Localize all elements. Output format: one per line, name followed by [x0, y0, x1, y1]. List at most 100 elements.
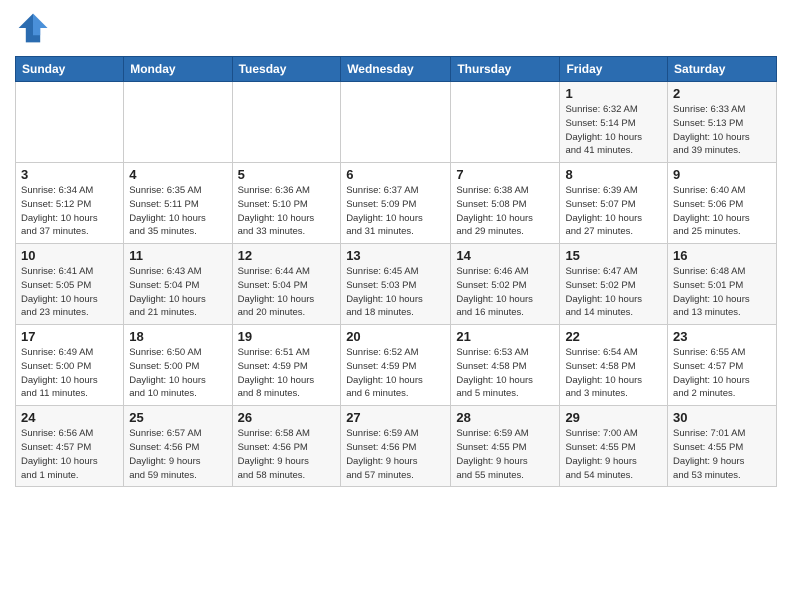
day-number: 10 — [21, 248, 118, 263]
day-number: 24 — [21, 410, 118, 425]
day-info: Sunrise: 6:48 AM Sunset: 5:01 PM Dayligh… — [673, 265, 771, 320]
day-info: Sunrise: 6:41 AM Sunset: 5:05 PM Dayligh… — [21, 265, 118, 320]
day-number: 4 — [129, 167, 226, 182]
calendar-cell: 9Sunrise: 6:40 AM Sunset: 5:06 PM Daylig… — [668, 163, 777, 244]
day-info: Sunrise: 6:43 AM Sunset: 5:04 PM Dayligh… — [129, 265, 226, 320]
calendar-cell: 10 Sunrise: 6:41 AM Sunset: 5:05 PM Dayli… — [16, 244, 124, 325]
day-info: Sunrise: 6:49 AM Sunset: 5:00 PM Dayligh… — [21, 346, 118, 401]
day-number: 6 — [346, 167, 445, 182]
weekday-header-monday: Monday — [124, 57, 232, 82]
calendar-header-row: SundayMondayTuesdayWednesdayThursdayFrid… — [16, 57, 777, 82]
day-number: 15 — [565, 248, 662, 263]
day-number: 2 — [673, 86, 771, 101]
weekday-header-sunday: Sunday — [16, 57, 124, 82]
day-info: Sunrise: 6:54 AM Sunset: 4:58 PM Dayligh… — [565, 346, 662, 401]
day-info: Sunrise: 6:37 AM Sunset: 5:09 PM Dayligh… — [346, 184, 445, 239]
weekday-header-friday: Friday — [560, 57, 668, 82]
calendar-cell — [451, 82, 560, 163]
day-info: Sunrise: 6:33 AM Sunset: 5:13 PM Dayligh… — [673, 103, 771, 158]
calendar-cell: 28 Sunrise: 6:59 AM Sunset: 4:55 PM Dayli… — [451, 406, 560, 487]
day-info: Sunrise: 6:46 AM Sunset: 5:02 PM Dayligh… — [456, 265, 554, 320]
day-number: 23 — [673, 329, 771, 344]
day-info: Sunrise: 6:38 AM Sunset: 5:08 PM Dayligh… — [456, 184, 554, 239]
calendar-cell: 4 Sunrise: 6:35 AM Sunset: 5:11 PM Daylig… — [124, 163, 232, 244]
day-number: 8 — [565, 167, 662, 182]
calendar-cell: 20Sunrise: 6:52 AM Sunset: 4:59 PM Dayli… — [341, 325, 451, 406]
day-info: Sunrise: 6:59 AM Sunset: 4:56 PM Dayligh… — [346, 427, 445, 482]
header — [15, 10, 777, 46]
day-number: 27 — [346, 410, 445, 425]
day-info: Sunrise: 6:51 AM Sunset: 4:59 PM Dayligh… — [238, 346, 336, 401]
day-info: Sunrise: 6:59 AM Sunset: 4:55 PM Dayligh… — [456, 427, 554, 482]
calendar-cell — [232, 82, 341, 163]
day-info: Sunrise: 6:58 AM Sunset: 4:56 PM Dayligh… — [238, 427, 336, 482]
day-number: 12 — [238, 248, 336, 263]
day-info: Sunrise: 6:40 AM Sunset: 5:06 PM Dayligh… — [673, 184, 771, 239]
calendar-cell: 26Sunrise: 6:58 AM Sunset: 4:56 PM Dayli… — [232, 406, 341, 487]
calendar-cell: 15 Sunrise: 6:47 AM Sunset: 5:02 PM Dayli… — [560, 244, 668, 325]
calendar-cell: 19 Sunrise: 6:51 AM Sunset: 4:59 PM Dayli… — [232, 325, 341, 406]
day-number: 21 — [456, 329, 554, 344]
calendar-cell: 29 Sunrise: 7:00 AM Sunset: 4:55 PM Dayli… — [560, 406, 668, 487]
calendar-cell: 12 Sunrise: 6:44 AM Sunset: 5:04 PM Dayli… — [232, 244, 341, 325]
calendar-cell: 27 Sunrise: 6:59 AM Sunset: 4:56 PM Dayli… — [341, 406, 451, 487]
day-number: 7 — [456, 167, 554, 182]
calendar-cell: 8 Sunrise: 6:39 AM Sunset: 5:07 PM Daylig… — [560, 163, 668, 244]
day-info: Sunrise: 6:47 AM Sunset: 5:02 PM Dayligh… — [565, 265, 662, 320]
calendar-week-0: 1 Sunrise: 6:32 AM Sunset: 5:14 PM Daylig… — [16, 82, 777, 163]
calendar-body: 1 Sunrise: 6:32 AM Sunset: 5:14 PM Daylig… — [16, 82, 777, 487]
calendar-cell: 6 Sunrise: 6:37 AM Sunset: 5:09 PM Daylig… — [341, 163, 451, 244]
calendar-cell: 14 Sunrise: 6:46 AM Sunset: 5:02 PM Dayli… — [451, 244, 560, 325]
calendar-cell: 11 Sunrise: 6:43 AM Sunset: 5:04 PM Dayli… — [124, 244, 232, 325]
day-info: Sunrise: 6:44 AM Sunset: 5:04 PM Dayligh… — [238, 265, 336, 320]
weekday-header-wednesday: Wednesday — [341, 57, 451, 82]
weekday-header-saturday: Saturday — [668, 57, 777, 82]
day-number: 29 — [565, 410, 662, 425]
day-number: 1 — [565, 86, 662, 101]
day-info: Sunrise: 6:57 AM Sunset: 4:56 PM Dayligh… — [129, 427, 226, 482]
day-info: Sunrise: 6:35 AM Sunset: 5:11 PM Dayligh… — [129, 184, 226, 239]
calendar-cell: 30Sunrise: 7:01 AM Sunset: 4:55 PM Dayli… — [668, 406, 777, 487]
page: SundayMondayTuesdayWednesdayThursdayFrid… — [0, 0, 792, 612]
day-number: 3 — [21, 167, 118, 182]
logo-icon — [15, 10, 51, 46]
calendar-cell — [124, 82, 232, 163]
calendar-cell: 25 Sunrise: 6:57 AM Sunset: 4:56 PM Dayli… — [124, 406, 232, 487]
day-number: 30 — [673, 410, 771, 425]
calendar-cell: 16 Sunrise: 6:48 AM Sunset: 5:01 PM Dayli… — [668, 244, 777, 325]
day-info: Sunrise: 6:50 AM Sunset: 5:00 PM Dayligh… — [129, 346, 226, 401]
calendar-cell: 18 Sunrise: 6:50 AM Sunset: 5:00 PM Dayli… — [124, 325, 232, 406]
day-number: 18 — [129, 329, 226, 344]
calendar-cell — [16, 82, 124, 163]
day-info: Sunrise: 6:56 AM Sunset: 4:57 PM Dayligh… — [21, 427, 118, 482]
day-number: 16 — [673, 248, 771, 263]
calendar-cell: 3 Sunrise: 6:34 AM Sunset: 5:12 PM Daylig… — [16, 163, 124, 244]
weekday-header-tuesday: Tuesday — [232, 57, 341, 82]
day-info: Sunrise: 6:34 AM Sunset: 5:12 PM Dayligh… — [21, 184, 118, 239]
calendar-cell: 22 Sunrise: 6:54 AM Sunset: 4:58 PM Dayli… — [560, 325, 668, 406]
day-number: 19 — [238, 329, 336, 344]
logo — [15, 10, 55, 46]
calendar-cell: 2 Sunrise: 6:33 AM Sunset: 5:13 PM Daylig… — [668, 82, 777, 163]
day-number: 20 — [346, 329, 445, 344]
calendar-week-3: 17Sunrise: 6:49 AM Sunset: 5:00 PM Dayli… — [16, 325, 777, 406]
day-number: 5 — [238, 167, 336, 182]
day-info: Sunrise: 7:00 AM Sunset: 4:55 PM Dayligh… — [565, 427, 662, 482]
calendar-week-2: 10 Sunrise: 6:41 AM Sunset: 5:05 PM Dayli… — [16, 244, 777, 325]
day-number: 22 — [565, 329, 662, 344]
day-number: 14 — [456, 248, 554, 263]
day-info: Sunrise: 6:32 AM Sunset: 5:14 PM Dayligh… — [565, 103, 662, 158]
day-info: Sunrise: 6:36 AM Sunset: 5:10 PM Dayligh… — [238, 184, 336, 239]
calendar-cell: 21Sunrise: 6:53 AM Sunset: 4:58 PM Dayli… — [451, 325, 560, 406]
day-number: 28 — [456, 410, 554, 425]
calendar-cell: 7 Sunrise: 6:38 AM Sunset: 5:08 PM Daylig… — [451, 163, 560, 244]
day-number: 13 — [346, 248, 445, 263]
calendar-cell: 24 Sunrise: 6:56 AM Sunset: 4:57 PM Dayli… — [16, 406, 124, 487]
day-number: 11 — [129, 248, 226, 263]
calendar-cell: 23 Sunrise: 6:55 AM Sunset: 4:57 PM Dayli… — [668, 325, 777, 406]
day-info: Sunrise: 6:39 AM Sunset: 5:07 PM Dayligh… — [565, 184, 662, 239]
calendar-cell: 1 Sunrise: 6:32 AM Sunset: 5:14 PM Daylig… — [560, 82, 668, 163]
day-info: Sunrise: 6:55 AM Sunset: 4:57 PM Dayligh… — [673, 346, 771, 401]
day-number: 25 — [129, 410, 226, 425]
weekday-header-thursday: Thursday — [451, 57, 560, 82]
